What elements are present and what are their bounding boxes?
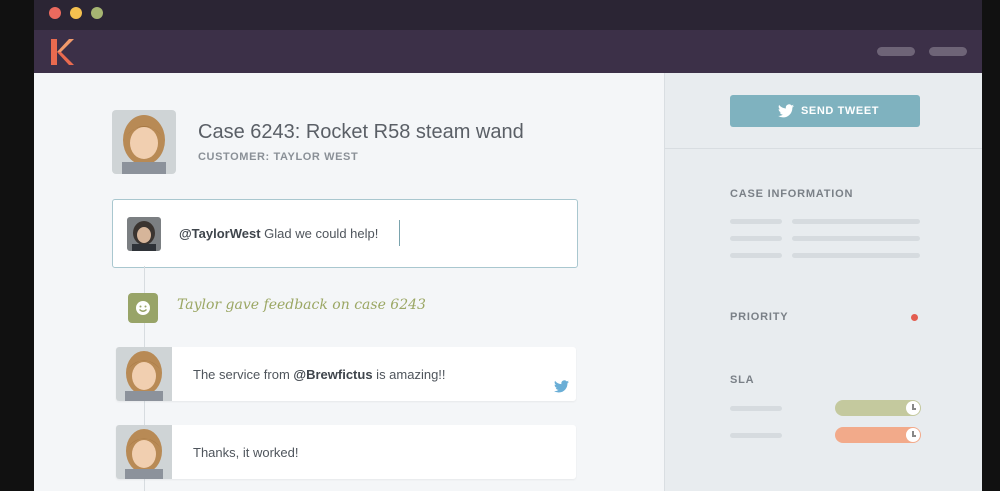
case-main-panel: Case 6243: Rocket R58 steam wand CUSTOME… xyxy=(34,73,664,491)
info-key-placeholder xyxy=(730,236,782,241)
minimize-window-button[interactable] xyxy=(70,7,82,19)
feedback-event-text: Taylor gave feedback on case 6243 xyxy=(177,297,426,313)
sla-key-placeholder xyxy=(730,433,782,438)
send-tweet-button[interactable]: SEND TWEET xyxy=(730,95,920,127)
message-text: The service from @Brewfictus is amazing!… xyxy=(193,367,446,382)
customer-avatar xyxy=(116,425,172,479)
sidebar-divider xyxy=(665,148,982,149)
info-value-placeholder xyxy=(792,219,920,224)
maximize-window-button[interactable] xyxy=(91,7,103,19)
sla-timer-pill[interactable] xyxy=(835,427,921,443)
composer-input-text[interactable]: @TaylorWest Glad we could help! xyxy=(179,226,378,241)
twitter-icon xyxy=(554,380,569,393)
case-information-heading: CASE INFORMATION xyxy=(730,188,854,200)
priority-label: PRIORITY xyxy=(730,311,789,323)
header-nav-placeholder[interactable] xyxy=(877,47,915,56)
app-window: Case 6243: Rocket R58 steam wand CUSTOME… xyxy=(34,0,982,491)
info-value-placeholder xyxy=(792,236,920,241)
header-nav-placeholder[interactable] xyxy=(929,47,967,56)
case-title: Case 6243: Rocket R58 steam wand xyxy=(198,121,524,143)
customer-avatar xyxy=(116,347,172,401)
window-titlebar xyxy=(34,0,982,30)
composer-mention: @TaylorWest xyxy=(179,226,261,241)
sla-timer-pill[interactable] xyxy=(835,400,921,416)
info-key-placeholder xyxy=(730,219,782,224)
sla-key-placeholder xyxy=(730,406,782,411)
composer-message: Glad we could help! xyxy=(260,226,379,241)
send-tweet-label: SEND TWEET xyxy=(801,105,880,117)
reply-composer[interactable]: @TaylorWest Glad we could help! xyxy=(112,199,578,268)
close-window-button[interactable] xyxy=(49,7,61,19)
info-key-placeholder xyxy=(730,253,782,258)
timeline-message[interactable]: Thanks, it worked! xyxy=(116,425,576,479)
agent-avatar xyxy=(127,217,161,251)
message-text: Thanks, it worked! xyxy=(193,445,299,460)
text-cursor xyxy=(399,220,400,246)
priority-status-dot[interactable] xyxy=(911,314,918,321)
smiley-icon xyxy=(128,293,158,323)
timeline-message[interactable]: The service from @Brewfictus is amazing!… xyxy=(116,347,576,401)
clock-icon xyxy=(906,428,920,442)
clock-icon xyxy=(906,401,920,415)
app-header xyxy=(34,30,982,73)
twitter-icon xyxy=(778,104,794,118)
kustomer-logo-icon[interactable] xyxy=(49,39,75,65)
info-value-placeholder xyxy=(792,253,920,258)
case-sidebar: SEND TWEET CASE INFORMATION PRIORITY SLA xyxy=(664,73,982,491)
sla-label: SLA xyxy=(730,374,755,386)
customer-avatar xyxy=(112,110,176,174)
case-customer-label: CUSTOMER: TAYLOR WEST xyxy=(198,151,359,163)
message-mention: @Brewfictus xyxy=(293,367,373,382)
